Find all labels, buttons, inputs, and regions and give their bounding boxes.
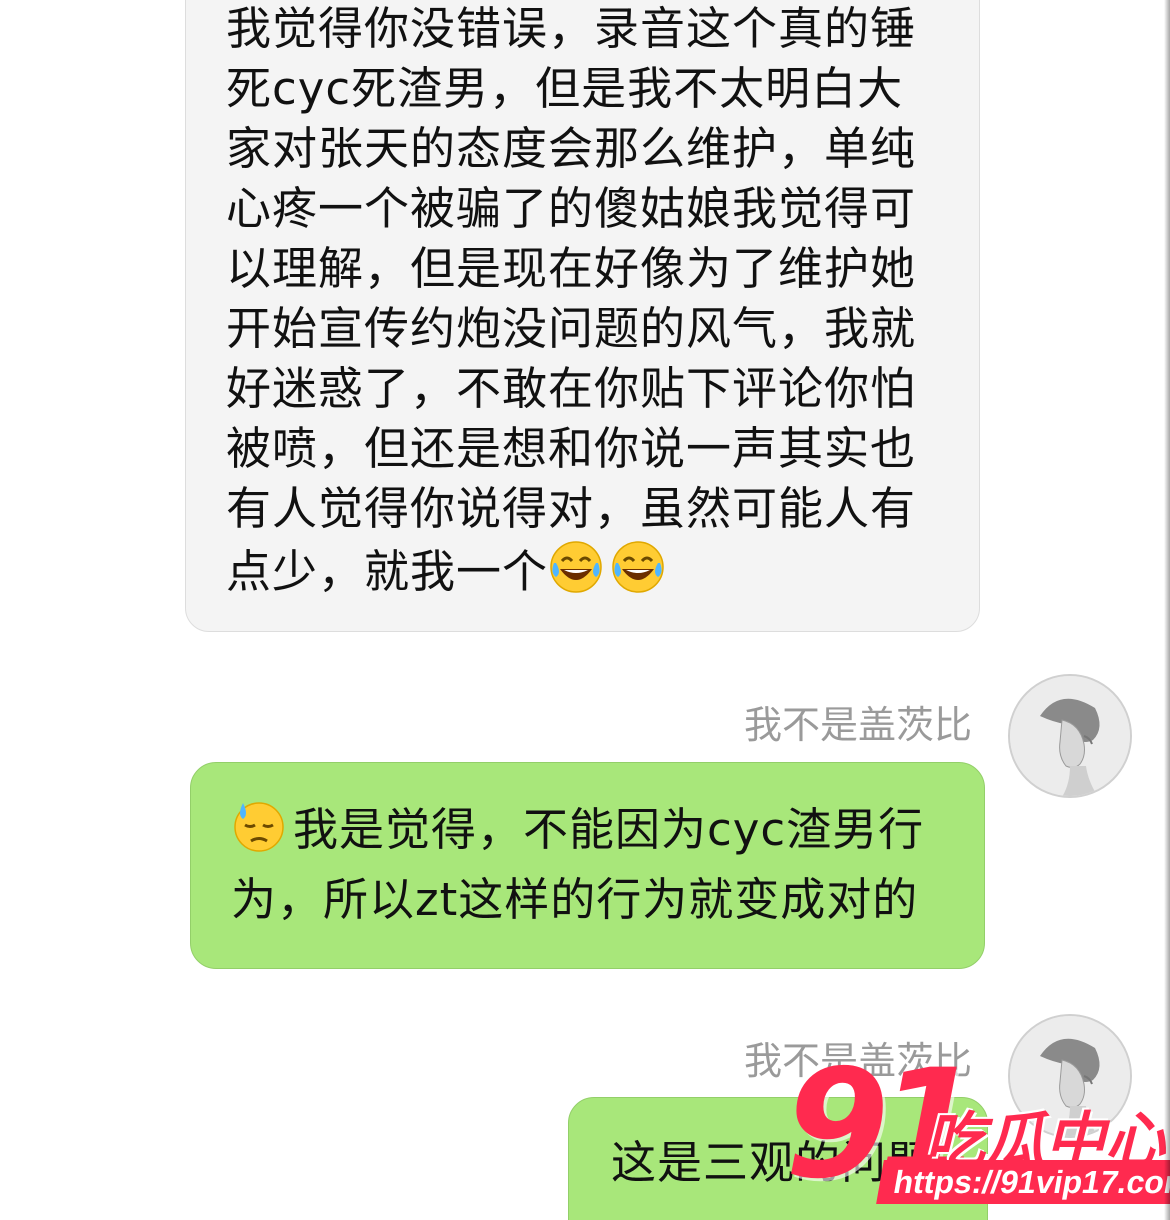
edge-shadow [1164,0,1170,1220]
outgoing-message-bubble[interactable]: 我是觉得，不能因为cyc渣男行为，所以zt这样的行为就变成对的 [190,762,985,969]
avatar[interactable] [1008,674,1132,798]
face-with-tears-of-joy-icon [610,539,666,595]
face-with-tears-of-joy-icon [548,539,604,595]
watermark-url: https://91vip17.com [876,1160,1170,1204]
outgoing-message-text: 我是觉得，不能因为cyc渣男行为，所以zt这样的行为就变成对的 [231,795,964,935]
incoming-message-bubble[interactable]: 我觉得你没错误，录音这个真的锤死cyc死渣男，但是我不太明白大家对张天的态度会那… [185,0,980,632]
chat-screen: 我觉得你没错误，录音这个真的锤死cyc死渣男，但是我不太明白大家对张天的态度会那… [0,0,1170,1220]
incoming-message-text: 我觉得你没错误，录音这个真的锤死cyc死渣男，但是我不太明白大家对张天的态度会那… [226,2,917,598]
watermark-logo: 91 吃瓜中心 https://91vip17.com [785,1050,1170,1220]
downcast-face-with-sweat-icon [231,797,287,853]
sender-name: 我不是盖茨比 [744,703,973,747]
